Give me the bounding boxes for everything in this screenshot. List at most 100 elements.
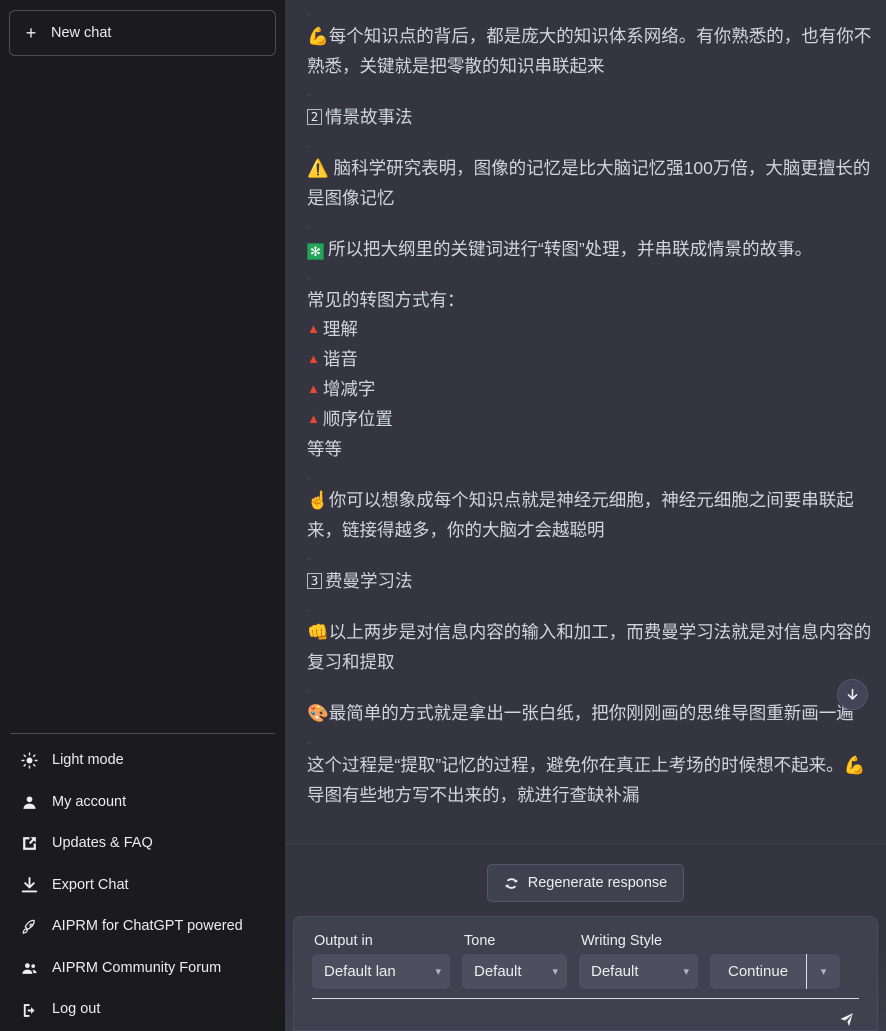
sidebar-item-aiprm-powered[interactable]: AIPRM for ChatGPT powered [8,906,277,948]
list-outro-text: 等等 [307,439,342,459]
continue-split-button[interactable]: Continue ▾ [710,954,841,989]
sparkle-badge-icon: ✻ [307,243,324,260]
sidebar-item-export-chat[interactable]: Export Chat [8,865,277,907]
red-triangle-icon: ▲ [307,351,320,366]
message-paragraph: ⚠️ 脑科学研究表明，图像的记忆是比大脑记忆强100万倍，大脑更擅长的是图像记忆 [307,154,872,213]
text-separator: . [307,3,311,18]
index-pointing-up-emoji: ☝️ [307,491,329,511]
red-triangle-icon: ▲ [307,321,320,336]
paragraph-text: 这个过程是“提取”记忆的过程，避免你在真正上考场的时候想不起来。 [307,755,844,775]
message-paragraph: ✻ 所以把大纲里的关键词进行“转图”处理，并串联成情景的故事。 [307,235,872,264]
chevron-down-icon: ▾ [552,966,558,978]
paragraph-text: 所以把大纲里的关键词进行“转图”处理，并串联成情景的故事。 [328,239,813,259]
text-separator: . [307,84,311,99]
artist-palette-emoji: 🎨 [307,704,329,724]
heading-text: 费曼学习法 [325,571,413,591]
new-chat-label: New chat [51,25,112,41]
sidebar-item-updates-faq[interactable]: Updates & FAQ [8,823,277,865]
paragraph-text: 以上两步是对信息内容的输入和加工，而费曼学习法就是对信息内容的复习和提取 [307,622,872,672]
tone-label: Tone [464,933,496,949]
list-item-label: 谐音 [322,349,358,369]
keycap-two-icon: 2 [307,109,322,125]
list-intro-text: 常见的转图方式有： [307,290,465,310]
tone-select[interactable]: Default ▾ [462,954,567,989]
sidebar-divider [10,733,275,735]
chevron-down-icon: ▾ [435,966,441,978]
sidebar-item-my-account[interactable]: My account [8,782,277,824]
paragraph-tail-text: 导图有些地方写不出来的，就进行查缺补漏 [307,785,640,805]
user-icon [20,793,39,812]
list-item: ▲ 顺序位置 [307,405,872,435]
fist-emoji: 👊 [307,623,329,643]
selector-row: Output in Default lan ▾ Tone Default ▾ W… [312,933,859,989]
list-item: ▲ 增减字 [307,375,872,405]
writing-style-group: Writing Style Default ▾ [579,933,698,989]
bottom-bar: Regenerate response Output in Default la… [285,843,886,1031]
output-language-label: Output in [314,933,373,949]
send-row [312,999,859,1028]
download-icon [21,877,38,893]
continue-dropdown-toggle[interactable]: ▾ [807,954,840,989]
output-language-group: Output in Default lan ▾ [312,933,450,989]
send-button[interactable] [838,1011,855,1028]
new-chat-button[interactable]: + New chat [9,10,276,56]
message-heading: 3 费曼学习法 [307,567,872,596]
regenerate-label: Regenerate response [527,875,668,891]
send-icon [840,1013,853,1027]
list-item-label: 增减字 [322,379,376,399]
output-language-select[interactable]: Default lan ▾ [312,954,450,989]
list-item-label: 顺序位置 [322,409,393,429]
plus-icon: + [25,23,37,43]
sidebar-item-log-out[interactable]: Log out [8,989,277,1031]
logout-icon [20,1001,39,1020]
message-paragraph: 🎨最简单的方式就是拿出一张白纸，把你刚刚画的思维导图重新画一遍 [307,699,872,729]
flexed-biceps-emoji: 💪 [307,27,329,47]
paragraph-text: 你可以想象成每个知识点就是神经元细胞，神经元细胞之间要串联起来，链接得越多，你的… [307,490,854,540]
red-triangle-icon: ▲ [307,381,320,396]
list-item: ▲ 理解 [307,315,872,345]
rocket-icon [20,918,39,937]
message-paragraph: 这个过程是“提取”记忆的过程，避免你在真正上考场的时候想不起来。💪 导图有些地方写… [307,751,872,810]
sidebar-item-label: Updates & FAQ [52,835,153,852]
sidebar-item-light-mode[interactable]: Light mode [8,740,277,782]
text-separator: . [307,135,311,150]
chat-thread: . 💪每个知识点的背后，都是庞大的知识体系网络。有你熟悉的，也有你不熟悉，关键就… [285,0,886,843]
message-paragraph: 👊以上两步是对信息内容的输入和加工，而费曼学习法就是对信息内容的复习和提取 [307,618,872,677]
heading-text: 情景故事法 [325,107,413,127]
sidebar-item-label: AIPRM for ChatGPT powered [52,918,243,935]
flexed-biceps-emoji: 💪 [843,756,866,776]
sidebar-item-label: My account [52,793,127,810]
sidebar-item-label: Export Chat [52,876,129,893]
list-item-label: 理解 [322,319,358,339]
text-separator: . [307,680,311,695]
message-paragraph: 💪每个知识点的背后，都是庞大的知识体系网络。有你熟悉的，也有你不熟悉，关键就是把… [307,22,872,81]
tone-group: Tone Default ▾ [462,933,567,989]
scroll-to-bottom-button[interactable] [837,679,868,710]
text-separator: . [307,599,311,614]
arrow-down-icon [847,688,858,700]
text-separator: . [307,267,311,282]
message-heading: 2 情景故事法 [307,103,872,132]
list-item: ▲ 谐音 [307,345,872,375]
text-separator: . [307,216,311,231]
app-root: + New chat Light mode My account Updates… [0,0,886,1031]
assistant-message: . 💪每个知识点的背后，都是庞大的知识体系网络。有你熟悉的，也有你不熟悉，关键就… [307,0,872,810]
text-separator: . [307,548,311,563]
regenerate-row: Regenerate response [285,854,886,916]
writing-style-label: Writing Style [581,933,663,949]
chevron-down-icon: ▾ [683,966,689,978]
sidebar-item-label: Light mode [52,752,124,769]
output-language-value: Default lan [324,963,396,980]
message-paragraph: ☝️你可以想象成每个知识点就是神经元细胞，神经元细胞之间要串联起来，链接得越多，… [307,486,872,545]
paragraph-text: 最简单的方式就是拿出一张白纸，把你刚刚画的思维导图重新画一遍 [328,703,854,723]
continue-button-label[interactable]: Continue [710,954,808,989]
main-panel: . 💪每个知识点的背后，都是庞大的知识体系网络。有你熟悉的，也有你不熟悉，关键就… [285,0,886,1031]
writing-style-select[interactable]: Default ▾ [579,954,698,989]
warning-emoji: ⚠️ [307,159,329,179]
regenerate-response-button[interactable]: Regenerate response [486,864,685,902]
sidebar-item-community-forum[interactable]: AIPRM Community Forum [8,948,277,990]
chat-history-list [8,56,277,733]
sidebar: + New chat Light mode My account Updates… [0,0,285,1031]
tone-value: Default [474,963,522,980]
composer-panel: Output in Default lan ▾ Tone Default ▾ W… [293,916,878,1031]
